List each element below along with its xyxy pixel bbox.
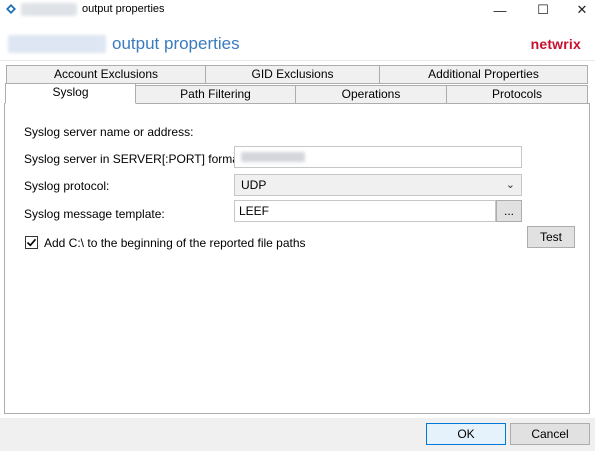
maximize-button[interactable]: ☐	[523, 0, 563, 20]
server-input[interactable]	[234, 146, 522, 168]
template-label: Syslog message template:	[24, 207, 165, 221]
header-title: output properties	[112, 34, 240, 53]
header-divider	[0, 60, 595, 61]
tab-operations[interactable]: Operations	[295, 85, 447, 104]
close-button[interactable]: ✕	[562, 0, 595, 20]
ok-button[interactable]: OK	[426, 423, 506, 445]
netwrix-logo: netwrix	[530, 36, 581, 52]
tab-gid-exclusions[interactable]: GID Exclusions	[205, 65, 380, 84]
add-c-prefix-label[interactable]: Add C:\ to the beginning of the reported…	[44, 236, 306, 250]
tab-account-exclusions[interactable]: Account Exclusions	[6, 65, 206, 84]
redacted-title-prefix	[21, 3, 77, 16]
tab-protocols[interactable]: Protocols	[446, 85, 588, 104]
redacted-header-prefix	[8, 35, 106, 53]
check-icon	[26, 238, 37, 247]
redacted-server-value	[241, 152, 305, 162]
protocol-select[interactable]: UDP ⌄	[234, 174, 522, 196]
title-bar: output properties — ☐ ✕	[0, 0, 595, 20]
template-value: LEEF	[239, 204, 270, 218]
cancel-button[interactable]: Cancel	[510, 423, 590, 445]
server-section-label: Syslog server name or address:	[24, 125, 194, 139]
add-c-prefix-checkbox[interactable]	[25, 236, 38, 249]
tab-syslog[interactable]: Syslog	[5, 83, 136, 104]
dialog-header: output properties netwrix	[0, 22, 595, 62]
chevron-down-icon: ⌄	[505, 179, 515, 191]
test-button[interactable]: Test	[527, 226, 575, 248]
browse-template-button[interactable]: ...	[496, 200, 522, 222]
protocol-label: Syslog protocol:	[24, 179, 110, 193]
tab-additional-properties[interactable]: Additional Properties	[379, 65, 588, 84]
tab-path-filtering[interactable]: Path Filtering	[135, 85, 296, 104]
app-icon	[6, 4, 16, 14]
window-title: output properties	[82, 3, 165, 15]
server-label: Syslog server in SERVER[:PORT] format:	[24, 152, 246, 166]
minimize-button[interactable]: —	[480, 0, 520, 20]
template-input[interactable]: LEEF	[234, 200, 496, 222]
protocol-value: UDP	[241, 178, 267, 192]
